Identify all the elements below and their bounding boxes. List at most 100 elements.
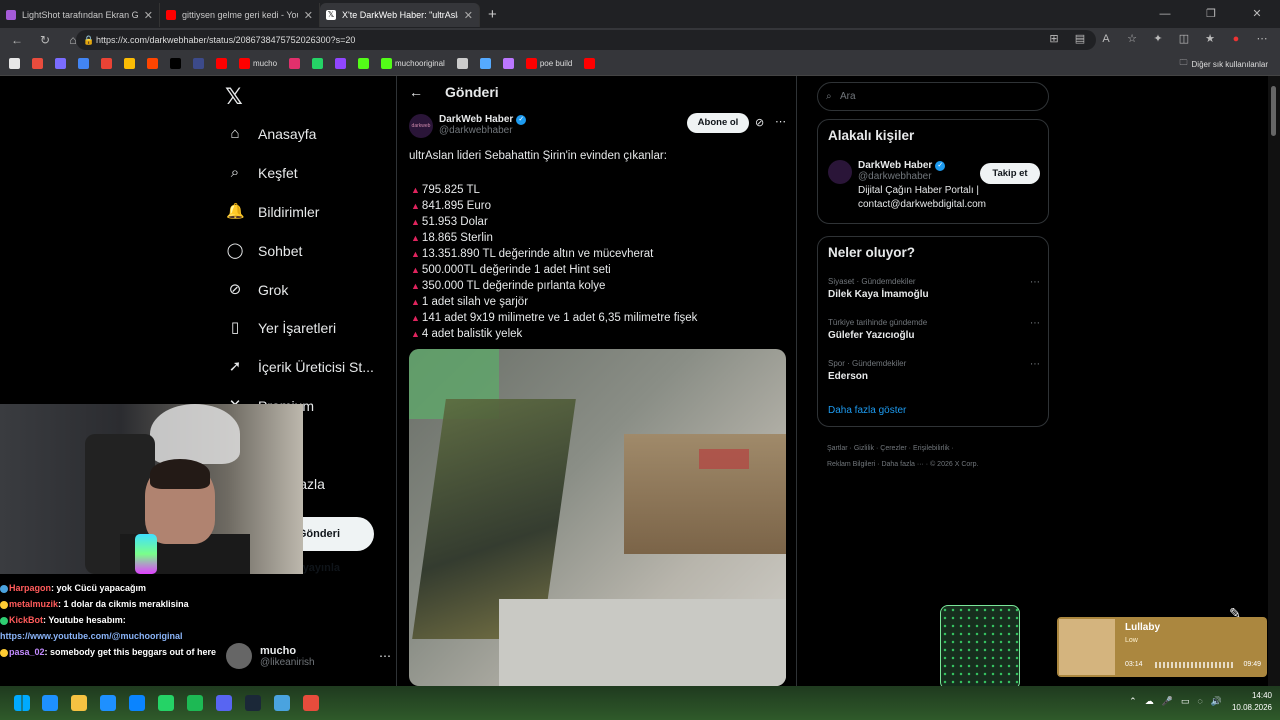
taskbar-app-icon[interactable] — [71, 695, 87, 711]
account-switcher[interactable]: mucho @likeanirish ⋯ — [226, 640, 391, 672]
grok-icon[interactable]: ⊘ — [755, 116, 764, 129]
taskbar-app-icon[interactable] — [158, 695, 174, 711]
follow-button[interactable]: Takip et — [980, 163, 1040, 184]
taskbar-app-icon[interactable] — [216, 695, 232, 711]
relevant-avatar[interactable] — [828, 160, 852, 184]
bookmark-item[interactable] — [286, 55, 303, 73]
show-more-link[interactable]: Daha fazla göster — [828, 405, 906, 416]
nav-item-7[interactable]: ➚ İçerik Üreticisi St... — [226, 358, 374, 376]
nav-item-6[interactable]: ▯ Yer İşaretleri — [226, 319, 336, 337]
footer-line1[interactable]: Şartlar · Gizlilik · Çerezler · Erişileb… — [827, 441, 1049, 457]
start-icon[interactable] — [14, 695, 30, 711]
relevant-bio-line2[interactable]: contact@darkwebdigital.com — [858, 198, 986, 212]
trend-more-icon[interactable]: ⋯ — [1030, 277, 1040, 288]
bookmark-item[interactable]: poe build — [523, 55, 575, 73]
footer-line2[interactable]: Reklam Bilgileri · Daha fazla ··· · © 20… — [827, 457, 1049, 473]
bookmark-item[interactable] — [52, 55, 69, 73]
bookmark-item[interactable]: mucho — [236, 55, 280, 73]
nav-item-2[interactable]: ⌕ Keşfet — [226, 164, 298, 182]
read-aloud-icon[interactable]: A — [1098, 30, 1114, 48]
account-more-icon[interactable]: ⋯ — [379, 649, 391, 663]
nav-item-4[interactable]: ◯ Sohbet — [226, 242, 303, 260]
taskbar-app-icon[interactable] — [187, 695, 203, 711]
x-logo-icon[interactable]: 𝕏 — [225, 84, 243, 110]
menu-icon[interactable]: ⋯ — [1254, 30, 1270, 48]
close-tab-icon[interactable]: ✕ — [304, 9, 313, 22]
back-icon[interactable]: ← — [8, 33, 26, 47]
taskbar-app-icon[interactable] — [100, 695, 116, 711]
chat-link[interactable]: https://www.youtube.com/@muchooriginal — [0, 631, 182, 641]
onedrive-icon[interactable]: ☁ — [1145, 696, 1154, 707]
bookmark-item[interactable] — [6, 55, 23, 73]
bookmark-item[interactable] — [144, 55, 161, 73]
bookmark-item[interactable] — [454, 55, 471, 73]
author-name[interactable]: DarkWeb Haber — [439, 114, 513, 125]
reload-icon[interactable]: ↻ — [36, 33, 54, 47]
search-input[interactable]: ⌕ Ara — [817, 82, 1049, 111]
reader-icon[interactable]: ▤ — [1072, 30, 1088, 48]
bookmark-item[interactable] — [167, 55, 184, 73]
favorite-star-icon[interactable]: ☆ — [1124, 30, 1140, 48]
author-avatar[interactable]: darkweb — [409, 114, 433, 138]
bookmark-item[interactable] — [98, 55, 115, 73]
extensions-icon[interactable]: ✦ — [1150, 30, 1166, 48]
trend-more-icon[interactable]: ⋯ — [1030, 318, 1040, 329]
relevant-name[interactable]: DarkWeb Haber — [858, 160, 932, 171]
bookmark-item[interactable] — [477, 55, 494, 73]
bookmark-item[interactable] — [213, 55, 230, 73]
split-screen-icon[interactable]: ◫ — [1176, 30, 1192, 48]
taskbar-app-icon[interactable] — [274, 695, 290, 711]
favorites-icon[interactable]: ★ — [1202, 30, 1218, 48]
tab-x-post[interactable]: 𝕏 X'te DarkWeb Haber: "ultrAslan lid ✕ — [320, 3, 480, 27]
close-tab-icon[interactable]: ✕ — [464, 9, 473, 22]
restore-icon[interactable]: ❐ — [1188, 0, 1234, 28]
other-bookmarks[interactable]: 🗀 Diğer sık kullanılanlar — [1180, 55, 1268, 73]
taskbar-app-icon[interactable] — [245, 695, 261, 711]
trend-item[interactable]: Spor · Gündemdekiler Ederson ⋯ — [828, 359, 1040, 382]
chevron-up-icon[interactable]: ⌃ — [1129, 696, 1137, 707]
bookmark-item[interactable] — [355, 55, 372, 73]
taskbar-app-icon[interactable] — [129, 695, 145, 711]
nav-item-3[interactable]: 🔔 Bildirimler — [226, 203, 319, 221]
bookmark-item[interactable] — [309, 55, 326, 73]
trend-item[interactable]: Türkiye tarihinde gündemde Gülefer Yazıc… — [828, 318, 1040, 341]
bookmark-item[interactable] — [190, 55, 207, 73]
apps-icon[interactable]: ⊞ — [1046, 30, 1062, 48]
more-options-icon[interactable]: ⋯ — [775, 115, 786, 128]
subscribe-button[interactable]: Abone ol — [687, 113, 749, 133]
new-tab-button[interactable]: + — [480, 6, 505, 23]
address-bar[interactable]: 🔒 https://x.com/darkwebhaber/status/2086… — [76, 30, 1096, 50]
post-video[interactable] — [409, 349, 786, 686]
bookmark-item[interactable] — [29, 55, 46, 73]
nav-item-1[interactable]: ⌂ Anasayfa — [226, 125, 316, 143]
volume-icon[interactable]: 🔊 — [1211, 696, 1222, 707]
trend-item[interactable]: Siyaset · Gündemdekiler Dilek Kaya İmamo… — [828, 277, 1040, 300]
taskbar-app-icon[interactable] — [42, 695, 58, 711]
bookmark-item[interactable] — [500, 55, 517, 73]
bookmark-item[interactable]: muchooriginal — [378, 55, 448, 73]
back-arrow-icon[interactable]: ← — [409, 84, 423, 100]
taskbar-app-icon[interactable] — [303, 695, 319, 711]
minimize-icon[interactable]: — — [1142, 0, 1188, 28]
post-author[interactable]: darkweb DarkWeb Haber ✓ @darkwebhaber — [409, 114, 527, 138]
bookmark-item[interactable] — [581, 55, 598, 73]
clock[interactable]: 14:40 10.08.2026 — [1232, 690, 1272, 714]
tab-lightshot[interactable]: LightShot tarafından Ekran Görüntü ✕ — [0, 3, 160, 27]
mic-icon[interactable]: 🎤 — [1162, 696, 1173, 707]
tab-youtube[interactable]: gittiysen gelme geri kedi - YouTub ✕ — [160, 3, 320, 27]
music-widget[interactable]: Lullaby Low 03:14 09:49 — [1057, 617, 1267, 677]
profile-avatar-icon[interactable]: ● — [1228, 30, 1244, 48]
nav-item-5[interactable]: ⊘ Grok — [226, 281, 289, 299]
bookmark-item[interactable] — [332, 55, 349, 73]
relevant-person[interactable]: DarkWeb Haber ✓ @darkwebhaber Dijital Ça… — [828, 160, 986, 212]
close-window-icon[interactable]: ✕ — [1234, 0, 1280, 28]
wifi-icon[interactable]: ◌ — [1197, 696, 1202, 707]
page-scrollbar[interactable] — [1268, 76, 1280, 686]
bookmark-item[interactable] — [121, 55, 138, 73]
bookmark-item[interactable] — [75, 55, 92, 73]
close-tab-icon[interactable]: ✕ — [144, 9, 153, 22]
trend-more-icon[interactable]: ⋯ — [1030, 359, 1040, 370]
rgb-lamp — [135, 534, 157, 574]
scrollbar-thumb[interactable] — [1271, 86, 1276, 136]
monitor-icon[interactable]: ▭ — [1181, 696, 1190, 707]
